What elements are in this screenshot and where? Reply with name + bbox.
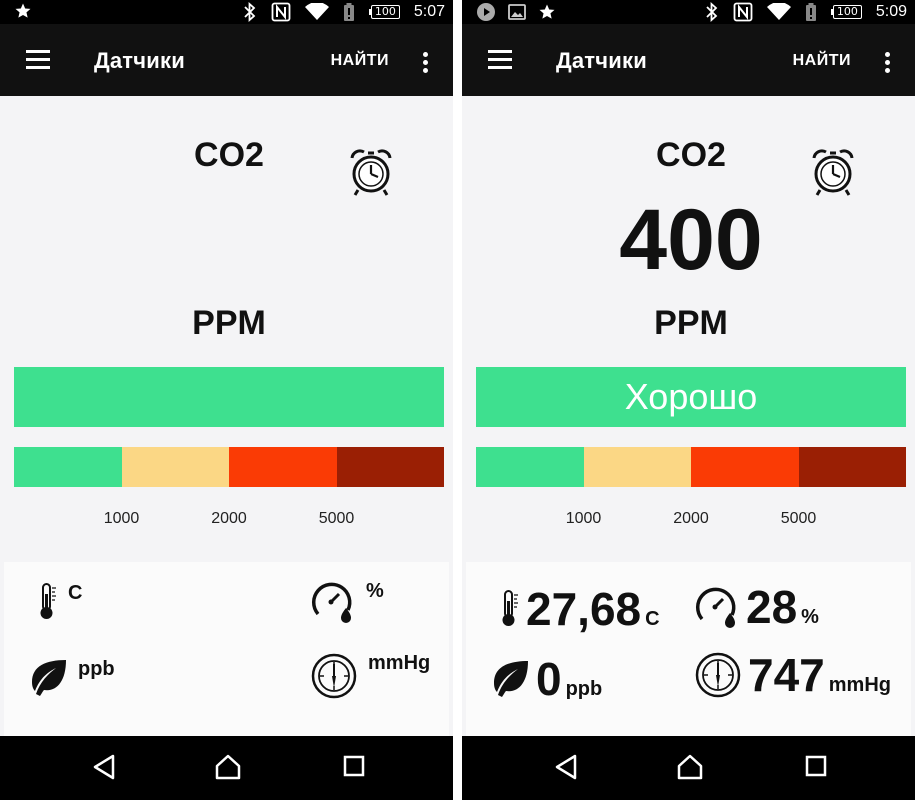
sensor-unit: PPM bbox=[192, 304, 266, 342]
find-button[interactable]: НАЙТИ bbox=[331, 52, 389, 70]
air-quality-status: Хорошо bbox=[476, 367, 906, 427]
tvoc-unit: ppb bbox=[78, 658, 115, 680]
star-icon bbox=[539, 4, 555, 19]
humidity-metric: % bbox=[310, 580, 384, 624]
scale-segment-very-bad bbox=[798, 447, 906, 487]
scale-label: 2000 bbox=[211, 510, 247, 527]
thermometer-icon bbox=[502, 590, 518, 626]
scale-label: 5000 bbox=[318, 510, 355, 527]
app-toolbar: Датчики НАЙТИ bbox=[0, 24, 453, 96]
temperature-metric: 27,68 C bbox=[500, 582, 660, 636]
metrics-panel: 27,68 C 28 % 0 ppb 747 mmHg bbox=[466, 562, 911, 736]
find-button[interactable]: НАЙТИ bbox=[793, 52, 851, 70]
temperature-value: 27,68 bbox=[526, 583, 642, 635]
humidity-unit: % bbox=[801, 606, 819, 628]
thermometer-icon bbox=[40, 583, 56, 619]
tvoc-unit: ppb bbox=[565, 678, 603, 700]
sensor-content: CO2 PPM 1000 2000 5000 C % ppb mmHg bbox=[4, 96, 449, 736]
overflow-menu-icon[interactable] bbox=[885, 52, 891, 73]
navigation-bar bbox=[0, 736, 453, 800]
battery-alert-icon bbox=[343, 3, 354, 21]
phone-screen-left: 100 5:07 Датчики НАЙТИ CO2 PPM 1000 2000… bbox=[0, 0, 453, 800]
nfc-icon bbox=[271, 2, 291, 22]
gauge-drop-icon bbox=[696, 587, 736, 628]
leaf-icon bbox=[32, 660, 66, 696]
humidity-metric: 28 % bbox=[694, 580, 819, 634]
battery-alert-icon bbox=[805, 3, 816, 21]
sensor-value: 400 bbox=[619, 192, 763, 288]
scale-labels: 1000 2000 5000 bbox=[476, 510, 906, 530]
hamburger-menu-icon[interactable] bbox=[26, 50, 50, 70]
scale-segment-good bbox=[476, 447, 584, 487]
pressure-value: 747 bbox=[748, 649, 825, 701]
back-icon[interactable] bbox=[554, 754, 578, 780]
alarm-clock-icon[interactable] bbox=[810, 145, 856, 197]
toolbar-title: Датчики bbox=[94, 48, 185, 73]
pressure-unit: mmHg bbox=[368, 652, 431, 674]
quality-scale bbox=[476, 447, 906, 487]
tvoc-metric: 0 ppb bbox=[488, 652, 602, 706]
quality-scale bbox=[14, 447, 444, 487]
temperature-unit: C bbox=[645, 608, 660, 630]
overflow-menu-icon[interactable] bbox=[423, 52, 429, 73]
navigation-bar bbox=[462, 736, 915, 800]
tvoc-metric: ppb bbox=[26, 658, 115, 698]
star-icon bbox=[15, 3, 31, 18]
scale-segment-good bbox=[14, 447, 122, 487]
pressure-unit: mmHg bbox=[828, 674, 891, 696]
gauge-drop-icon bbox=[312, 582, 352, 623]
home-icon[interactable] bbox=[214, 754, 242, 780]
toolbar-title: Датчики bbox=[556, 48, 647, 73]
humidity-value: 28 bbox=[746, 581, 798, 633]
temperature-unit: C bbox=[68, 582, 83, 604]
battery-level: 100 bbox=[370, 5, 400, 19]
clock: 5:09 bbox=[875, 3, 907, 20]
barometer-icon bbox=[311, 653, 357, 699]
scale-segment-moderate bbox=[583, 447, 691, 487]
hamburger-menu-icon[interactable] bbox=[488, 50, 512, 70]
back-icon[interactable] bbox=[92, 754, 116, 780]
wifi-icon bbox=[304, 3, 329, 20]
status-bar: 100 5:09 bbox=[462, 0, 915, 24]
scale-labels: 1000 2000 5000 bbox=[14, 510, 444, 530]
air-quality-status bbox=[14, 367, 444, 427]
home-icon[interactable] bbox=[676, 754, 704, 780]
leaf-icon bbox=[494, 661, 528, 697]
scale-segment-very-bad bbox=[336, 447, 444, 487]
recent-apps-icon[interactable] bbox=[343, 754, 365, 778]
scale-label: 2000 bbox=[673, 510, 709, 527]
bluetooth-icon bbox=[244, 2, 256, 22]
wifi-icon bbox=[766, 3, 791, 20]
scale-label: 1000 bbox=[103, 510, 140, 527]
scale-label: 5000 bbox=[780, 510, 817, 527]
scale-segment-bad bbox=[229, 447, 337, 487]
tvoc-value: 0 bbox=[536, 653, 562, 705]
scale-segment-moderate bbox=[121, 447, 229, 487]
alarm-clock-icon[interactable] bbox=[348, 145, 394, 197]
battery-indicator: 100 bbox=[368, 5, 400, 19]
nfc-icon bbox=[733, 2, 753, 22]
temperature-metric: C bbox=[38, 582, 82, 622]
barometer-icon bbox=[695, 652, 741, 698]
humidity-unit: % bbox=[366, 580, 384, 602]
sensor-unit: PPM bbox=[654, 304, 728, 342]
battery-level: 100 bbox=[832, 5, 862, 19]
scale-segment-bad bbox=[691, 447, 799, 487]
clock: 5:07 bbox=[413, 3, 445, 20]
pressure-metric: 747 mmHg bbox=[694, 648, 891, 702]
app-toolbar: Датчики НАЙТИ bbox=[462, 24, 915, 96]
metrics-panel: C % ppb mmHg bbox=[4, 562, 449, 736]
battery-indicator: 100 bbox=[830, 5, 862, 19]
scale-label: 1000 bbox=[565, 510, 602, 527]
image-icon bbox=[508, 4, 526, 20]
recent-apps-icon[interactable] bbox=[805, 754, 827, 778]
bluetooth-icon bbox=[706, 2, 718, 22]
status-bar: 100 5:07 bbox=[0, 0, 453, 24]
pressure-metric: mmHg bbox=[310, 652, 430, 700]
play-icon bbox=[477, 3, 495, 21]
sensor-content: CO2 400 PPM Хорошо 1000 2000 5000 27,68 bbox=[466, 96, 911, 736]
phone-screen-right: 100 5:09 Датчики НАЙТИ CO2 400 PPM Хорош… bbox=[462, 0, 915, 800]
